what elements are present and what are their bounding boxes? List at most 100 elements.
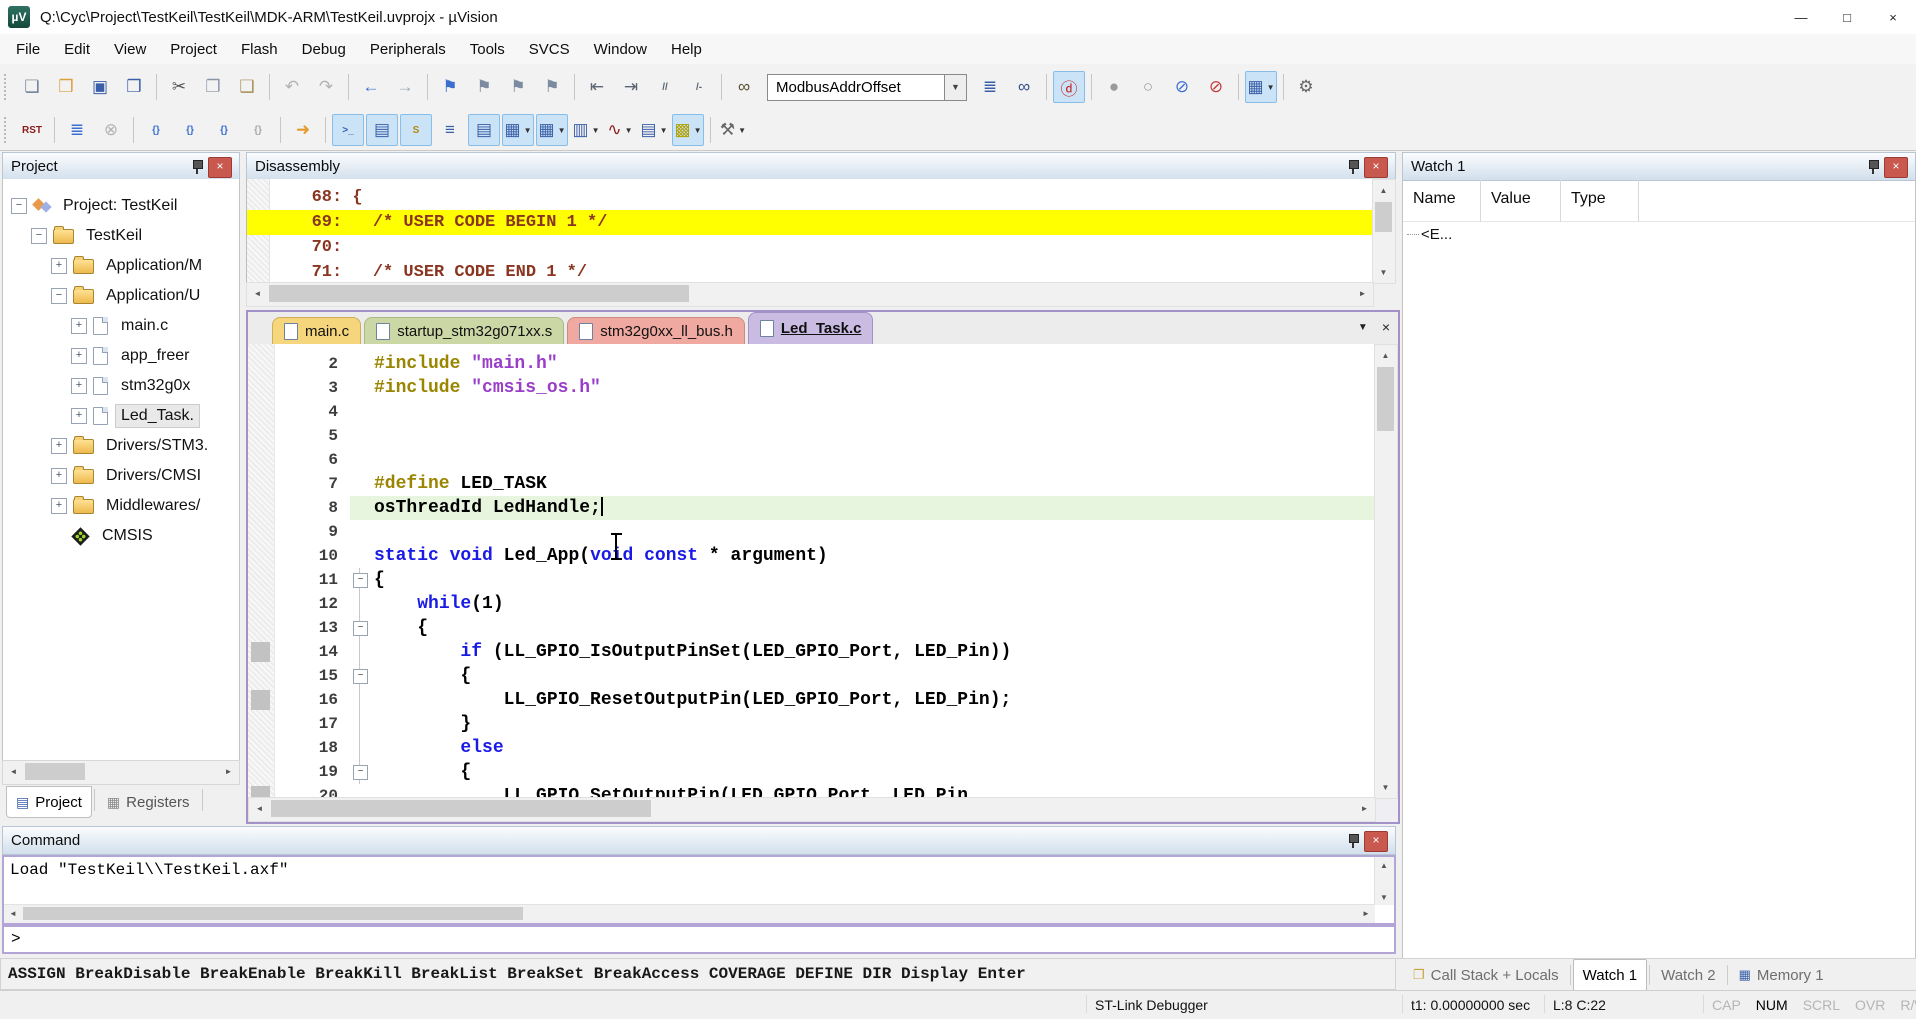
chevron-down-icon[interactable]: ▼ xyxy=(558,126,566,135)
code-line-13[interactable]: 13− { xyxy=(248,616,1376,640)
code-line-6[interactable]: 6 xyxy=(248,448,1376,472)
close-button[interactable]: × xyxy=(1870,0,1916,34)
unindent-button[interactable]: ⇤ xyxy=(581,71,613,103)
menu-item-tools[interactable]: Tools xyxy=(458,34,517,64)
vertical-scrollbar[interactable]: ▲ ▼ xyxy=(1374,857,1394,905)
disassembly-line[interactable]: 68: { xyxy=(247,185,1373,210)
close-icon[interactable]: × xyxy=(1364,831,1388,852)
close-icon[interactable]: × xyxy=(208,157,232,178)
menu-item-project[interactable]: Project xyxy=(158,34,229,64)
watch-window-button[interactable]: ▦▼ xyxy=(502,114,534,146)
tree-item-app-freer[interactable]: +app_freer xyxy=(3,341,239,371)
code-line-14[interactable]: 14 if (LL_GPIO_IsOutputPinSet(LED_GPIO_P… xyxy=(248,640,1376,664)
code-line-17[interactable]: 17 } xyxy=(248,712,1376,736)
maximize-button[interactable]: □ xyxy=(1824,0,1870,34)
chevron-down-icon[interactable]: ▼ xyxy=(738,126,746,135)
modbus-combo[interactable]: ModbusAddrOffset▼ xyxy=(767,74,967,101)
scroll-right-button[interactable]: ► xyxy=(218,761,239,782)
scroll-left-button[interactable]: ◄ xyxy=(4,905,22,922)
scrollbar-thumb[interactable] xyxy=(25,763,85,780)
fold-collapse-icon[interactable]: − xyxy=(353,669,368,684)
disassembly-window-button[interactable]: ▤ xyxy=(366,114,398,146)
code-line-2[interactable]: 2#include "main.h" xyxy=(248,352,1376,376)
fold-collapse-icon[interactable]: − xyxy=(353,765,368,780)
scroll-right-button[interactable]: ► xyxy=(1357,905,1375,922)
scroll-right-button[interactable]: ► xyxy=(1354,798,1375,819)
code-line-11[interactable]: 11−{ xyxy=(248,568,1376,592)
tree-item-project-testkeil[interactable]: −Project: TestKeil xyxy=(3,191,239,221)
scrollbar-thumb[interactable] xyxy=(269,285,689,302)
save-button[interactable]: ▣ xyxy=(84,71,116,103)
editor-tab-startup-stm32g071xx-s[interactable]: startup_stm32g071xx.s xyxy=(364,317,564,344)
disassembly-content[interactable]: 68: { 69: /* USER CODE BEGIN 1 */ 70: 71… xyxy=(246,179,1374,284)
code-line-18[interactable]: 18 else xyxy=(248,736,1376,760)
window-layout-button[interactable]: ▦▼ xyxy=(1245,71,1277,103)
toolbar-drag-handle[interactable] xyxy=(4,117,10,143)
tree-item-main-c[interactable]: +main.c xyxy=(3,311,239,341)
minimize-button[interactable]: — xyxy=(1778,0,1824,34)
show-next-statement-button[interactable]: ≣ xyxy=(61,114,93,146)
watch-column-value[interactable]: Value xyxy=(1481,180,1561,222)
expand-icon[interactable]: + xyxy=(71,348,87,364)
panel-tab-registers[interactable]: ▦Registers xyxy=(97,786,200,818)
registers-window-button[interactable]: ≡ xyxy=(434,114,466,146)
tree-item-drivers-stm3-[interactable]: +Drivers/STM3. xyxy=(3,431,239,461)
scroll-left-button[interactable]: ◄ xyxy=(249,798,270,819)
panel-tab-project[interactable]: ▤Project xyxy=(6,786,92,818)
menu-item-view[interactable]: View xyxy=(102,34,158,64)
expand-icon[interactable]: + xyxy=(71,408,87,424)
tree-item-application-m[interactable]: +Application/M xyxy=(3,251,239,281)
chevron-down-icon[interactable]: ▼ xyxy=(945,74,967,101)
pin-icon[interactable] xyxy=(1347,160,1359,174)
collapse-icon[interactable]: − xyxy=(11,198,27,214)
close-icon[interactable]: × xyxy=(1364,157,1388,178)
analysis-window-button[interactable]: ∿▼ xyxy=(604,114,636,146)
fold-collapse-icon[interactable]: − xyxy=(353,621,368,636)
chevron-down-icon[interactable]: ▼ xyxy=(592,126,600,135)
code-line-16[interactable]: 16 LL_GPIO_ResetOutputPin(LED_GPIO_Port,… xyxy=(248,688,1376,712)
menu-item-flash[interactable]: Flash xyxy=(229,34,290,64)
tree-item-led-task-[interactable]: +Led_Task. xyxy=(3,401,239,431)
code-line-8[interactable]: 8osThreadId LedHandle; xyxy=(248,496,1376,520)
expand-icon[interactable]: + xyxy=(71,318,87,334)
code-line-10[interactable]: 10static void Led_App(void const * argum… xyxy=(248,544,1376,568)
code-line-5[interactable]: 5 xyxy=(248,424,1376,448)
tree-item-cmsis[interactable]: CMSIS xyxy=(3,521,239,551)
bookmark-toggle-button[interactable]: ⚑ xyxy=(434,71,466,103)
menu-item-help[interactable]: Help xyxy=(659,34,714,64)
chevron-down-icon[interactable]: ▼ xyxy=(524,126,532,135)
scroll-down-button[interactable]: ▼ xyxy=(1375,889,1393,905)
navigate-forward-button[interactable]: → xyxy=(389,71,421,103)
vertical-scrollbar[interactable]: ▲ ▼ xyxy=(1374,344,1398,799)
horizontal-scrollbar[interactable]: ◄ ► xyxy=(2,760,240,785)
disassembly-line[interactable]: 71: /* USER CODE END 1 */ xyxy=(247,260,1373,284)
tree-item-testkeil[interactable]: −TestKeil xyxy=(3,221,239,251)
trace-window-button[interactable]: ▤▼ xyxy=(638,114,670,146)
start-stop-debug-button[interactable]: ⓓ xyxy=(1053,71,1085,103)
comment-button[interactable]: // xyxy=(649,71,681,103)
run-button[interactable]: ➜ xyxy=(287,114,319,146)
code-line-12[interactable]: 12 while(1) xyxy=(248,592,1376,616)
code-line-15[interactable]: 15− { xyxy=(248,664,1376,688)
new-file-button[interactable]: ❏ xyxy=(16,71,48,103)
tree-item-middlewares-[interactable]: +Middlewares/ xyxy=(3,491,239,521)
scrollbar-thumb[interactable] xyxy=(1377,367,1394,431)
paste-button[interactable]: ❑ xyxy=(231,71,263,103)
scrollbar-thumb[interactable] xyxy=(271,800,651,817)
pin-icon[interactable] xyxy=(1867,160,1879,174)
scroll-down-button[interactable]: ▼ xyxy=(1375,777,1396,798)
stop-button[interactable]: ⊗ xyxy=(95,114,127,146)
scroll-left-button[interactable]: ◄ xyxy=(3,761,24,782)
editor-tab-led-task-c[interactable]: Led_Task.c xyxy=(748,312,874,344)
command-prompt[interactable]: > xyxy=(2,925,1396,954)
undo-button[interactable]: ↶ xyxy=(276,71,308,103)
menu-item-debug[interactable]: Debug xyxy=(290,34,358,64)
code-line-4[interactable]: 4 xyxy=(248,400,1376,424)
pin-icon[interactable] xyxy=(191,160,203,174)
watch-row[interactable]: <E... xyxy=(1403,222,1915,247)
docked-tab-call-stack-locals[interactable]: ❐Call Stack + Locals xyxy=(1404,960,1568,990)
code-line-9[interactable]: 9 xyxy=(248,520,1376,544)
watch-expression-placeholder[interactable]: <E... xyxy=(1421,226,1452,243)
editor-tab-stm32g0xx-ll-bus-h[interactable]: stm32g0xx_ll_bus.h xyxy=(567,317,745,344)
chevron-down-icon[interactable]: ▼ xyxy=(1267,83,1275,92)
